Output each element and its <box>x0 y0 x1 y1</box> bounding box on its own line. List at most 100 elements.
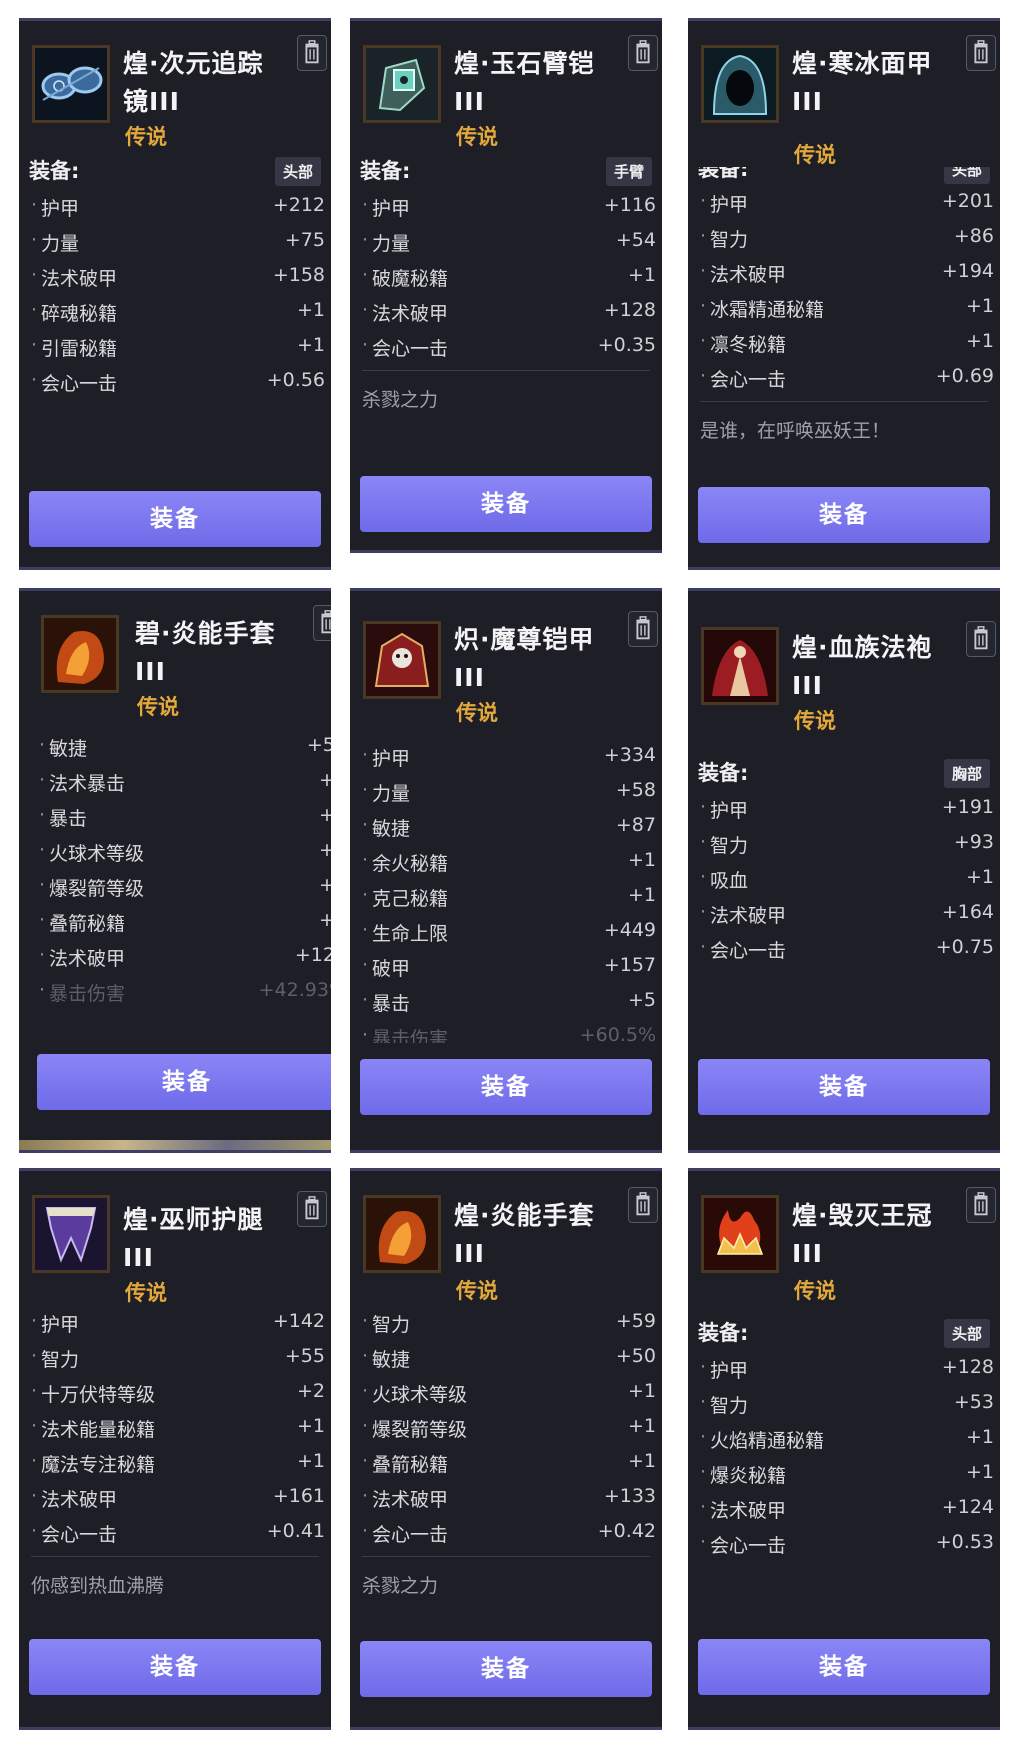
stat-row: · 魔法专注秘籍 +1 <box>31 1450 325 1476</box>
stat-row: · 会心一击 +0.56 <box>31 369 325 395</box>
stat-row: · 法术能量秘籍 +1 <box>31 1415 325 1441</box>
stat-row: · 十万伏特等级 +2 <box>31 1380 325 1406</box>
rarity-label: 传说 <box>137 695 179 719</box>
trash-icon[interactable] <box>966 621 996 657</box>
slot-badge: 胸部 <box>943 759 990 788</box>
equip-slot-row: 装备: 头部 <box>688 167 1000 187</box>
stat-list: · 智力 +59 · 敏捷 +50 · 火球术等级 +1 · 爆裂箭等级 +1 · 叠箭秘籍 +1 … <box>350 1307 662 1552</box>
goggles-icon <box>32 45 110 123</box>
equip-button[interactable]: 装备 <box>360 1059 652 1115</box>
item-card-9: 煌·毁灭王冠 III 传说 装备: 头部 · 护甲 +128 · 智力 +53 · 火焰精通… <box>688 1168 1000 1730</box>
equip-label: 装备: <box>698 1321 749 1345</box>
slot-badge: 头部 <box>943 167 990 184</box>
stat-row: ·火球术等级+1 <box>39 839 331 865</box>
item-card-2: 煌·玉石臂铠 III 传说 装备: 手臂 · 护甲 +116 · 力量 +54 · 破魔秘籍… <box>350 18 662 553</box>
item-title: 煌·炎能手套 III <box>454 1201 595 1268</box>
trash-icon[interactable] <box>297 1191 327 1227</box>
demon-armor-icon <box>363 621 441 699</box>
stat-row: · 会心一击 +0.42 <box>362 1520 656 1546</box>
equip-label: 装备: <box>698 761 749 785</box>
item-card-7: 煌·巫师护腿 III 传说 · 护甲 +142 · 智力 +55 · 十万伏特等级 +2 · 法… <box>19 1168 331 1730</box>
fire-glove-icon <box>41 615 119 693</box>
equip-button[interactable]: 装备 <box>360 1641 652 1697</box>
equip-label: 装备: <box>360 159 411 183</box>
equip-slot-row: 装备: 手臂 <box>350 149 662 191</box>
item-card-3: 煌·寒冰面甲 III 传说 装备: 头部 · 护甲 +201 · 智力 +86 · 法术破甲… <box>688 18 1000 570</box>
item-title: 煌·毁灭王冠 III <box>792 1201 933 1268</box>
stat-row: · 法术破甲 +124 <box>700 1496 994 1522</box>
vampire-robe-icon <box>701 627 779 705</box>
equip-button[interactable]: 装备 <box>698 1639 990 1695</box>
equip-slot-row: 装备: 胸部 <box>688 751 1000 793</box>
slot-badge: 头部 <box>274 157 321 186</box>
flavor-text: 杀戮之力 <box>362 1575 439 1597</box>
stat-list: · 护甲 +116 · 力量 +54 · 破魔秘籍 +1 · 法术破甲 +128 · 会心一击 +0… <box>350 191 662 366</box>
stat-list: · 护甲 +142 · 智力 +55 · 十万伏特等级 +2 · 法术能量秘籍 +1 · 魔法专注… <box>19 1307 331 1552</box>
equip-button[interactable]: 装备 <box>29 1639 321 1695</box>
item-card-5: 炽·魔尊铠甲 III 传说 · 护甲 +334 · 力量 +58 · 敏捷 +87 · 余火秘籍… <box>350 588 662 1153</box>
trash-icon[interactable] <box>628 1187 658 1223</box>
stat-row: ·法术暴击+5 <box>39 769 331 795</box>
stat-list: · 护甲 +334 · 力量 +58 · 敏捷 +87 · 余火秘籍 +1 · 克己秘籍 +1 · 生… <box>350 741 662 1043</box>
stat-row: · 法术破甲 +164 <box>700 901 994 927</box>
equip-button[interactable]: 装备 <box>698 1059 990 1115</box>
stat-row: · 护甲 +128 <box>700 1356 994 1382</box>
stat-row: · 冰霜精通秘籍 +1 <box>700 295 994 321</box>
trash-icon[interactable] <box>313 605 331 641</box>
rarity-label: 传说 <box>456 701 498 725</box>
stat-row: ·暴击+5 <box>39 804 331 830</box>
hood-icon <box>701 45 779 123</box>
stat-row: · 会心一击 +0.69 <box>700 365 994 391</box>
stat-list: · 护甲 +128 · 智力 +53 · 火焰精通秘籍 +1 · 爆炎秘籍 +1 · 法术破甲 +1… <box>688 1353 1000 1563</box>
stat-list: ·敏捷+57 ·法术暴击+5 ·暴击+5 ·火球术等级+1 ·爆裂箭等级+1 ·… <box>27 731 331 1011</box>
equip-button[interactable]: 装备 <box>29 491 321 547</box>
stat-row: · 智力 +55 <box>31 1345 325 1371</box>
stat-row: · 暴击伤害 +60.5% <box>362 1024 656 1043</box>
stat-row: · 生命上限 +449 <box>362 919 656 945</box>
trash-icon[interactable] <box>628 611 658 647</box>
item-title: 煌·巫师护腿 III <box>123 1205 264 1272</box>
trash-icon[interactable] <box>628 35 658 71</box>
equip-button[interactable]: 装备 <box>360 476 652 532</box>
stat-list: · 护甲 +191 · 智力 +93 · 吸血 +1 · 法术破甲 +164 · 会心一击 +0.7… <box>688 793 1000 968</box>
trash-icon[interactable] <box>966 1187 996 1223</box>
equip-button[interactable]: 装备 <box>698 487 990 543</box>
item-card-6: 煌·血族法袍 III 传说 装备: 胸部 · 护甲 +191 · 智力 +93 · 吸血 +1… <box>688 588 1000 1153</box>
item-card-4: 碧·炎能手套III 传说 ·敏捷+57 ·法术暴击+5 ·暴击+5 ·火球术等级… <box>19 588 331 1153</box>
stat-row: · 护甲 +201 <box>700 190 994 216</box>
item-header: 煌·玉石臂铠 III 传说 <box>350 21 662 149</box>
stat-row: ·法术破甲+128 <box>362 299 656 325</box>
stat-row: · 护甲 +116 <box>362 194 656 220</box>
rarity-label: 传说 <box>794 1279 836 1303</box>
stat-row: · 会心一击 +0.75 <box>700 936 994 962</box>
stat-row: · 破魔秘籍 +1 <box>362 264 656 290</box>
equip-button[interactable]: 装备 <box>37 1054 331 1110</box>
stat-row: · 智力 +53 <box>700 1391 994 1417</box>
stat-list: · 护甲 +201 · 智力 +86 · 法术破甲 +194 · 冰霜精通秘籍 +1 · 凛冬秘籍… <box>688 187 1000 397</box>
item-header: 炽·魔尊铠甲 III 传说 <box>350 591 662 741</box>
stat-row: · 力量 +58 <box>362 779 656 805</box>
item-header: 煌·巫师护腿 III 传说 <box>19 1171 331 1307</box>
item-header: 煌·血族法袍 III 传说 <box>688 591 1000 751</box>
item-title: 煌·血族法袍 III <box>792 633 933 700</box>
stat-row: · 会心一击 +0.35 <box>362 334 656 360</box>
stat-row: ·暴击+5 <box>362 989 656 1015</box>
stat-row: · 敏捷 +50 <box>362 1345 656 1371</box>
stat-row: · 护甲 +334 <box>362 744 656 770</box>
slot-badge: 头部 <box>943 1319 990 1348</box>
item-title: 煌·寒冰面甲 III <box>792 49 933 116</box>
stat-row: · 引雷秘籍 +1 <box>31 334 325 360</box>
item-header: 煌·毁灭王冠 III 传说 <box>688 1171 1000 1311</box>
stat-row: · 法术破甲 +158 <box>31 264 325 290</box>
trash-icon[interactable] <box>297 35 327 71</box>
trash-icon[interactable] <box>966 35 996 71</box>
stat-row: · 智力 +86 <box>700 225 994 251</box>
stat-row: · 护甲 +191 <box>700 796 994 822</box>
stat-row: ·法术破甲+128 <box>39 944 331 970</box>
rarity-label: 传说 <box>125 1281 167 1305</box>
equip-slot-row: 装备: 头部 <box>688 1311 1000 1353</box>
item-header: 煌·次元追踪 镜III 传说 <box>19 21 331 149</box>
stat-row: · 智力 +59 <box>362 1310 656 1336</box>
stat-row: ·叠箭秘籍+1 <box>39 909 331 935</box>
stat-row: ·火球术等级+1 <box>362 1380 656 1406</box>
